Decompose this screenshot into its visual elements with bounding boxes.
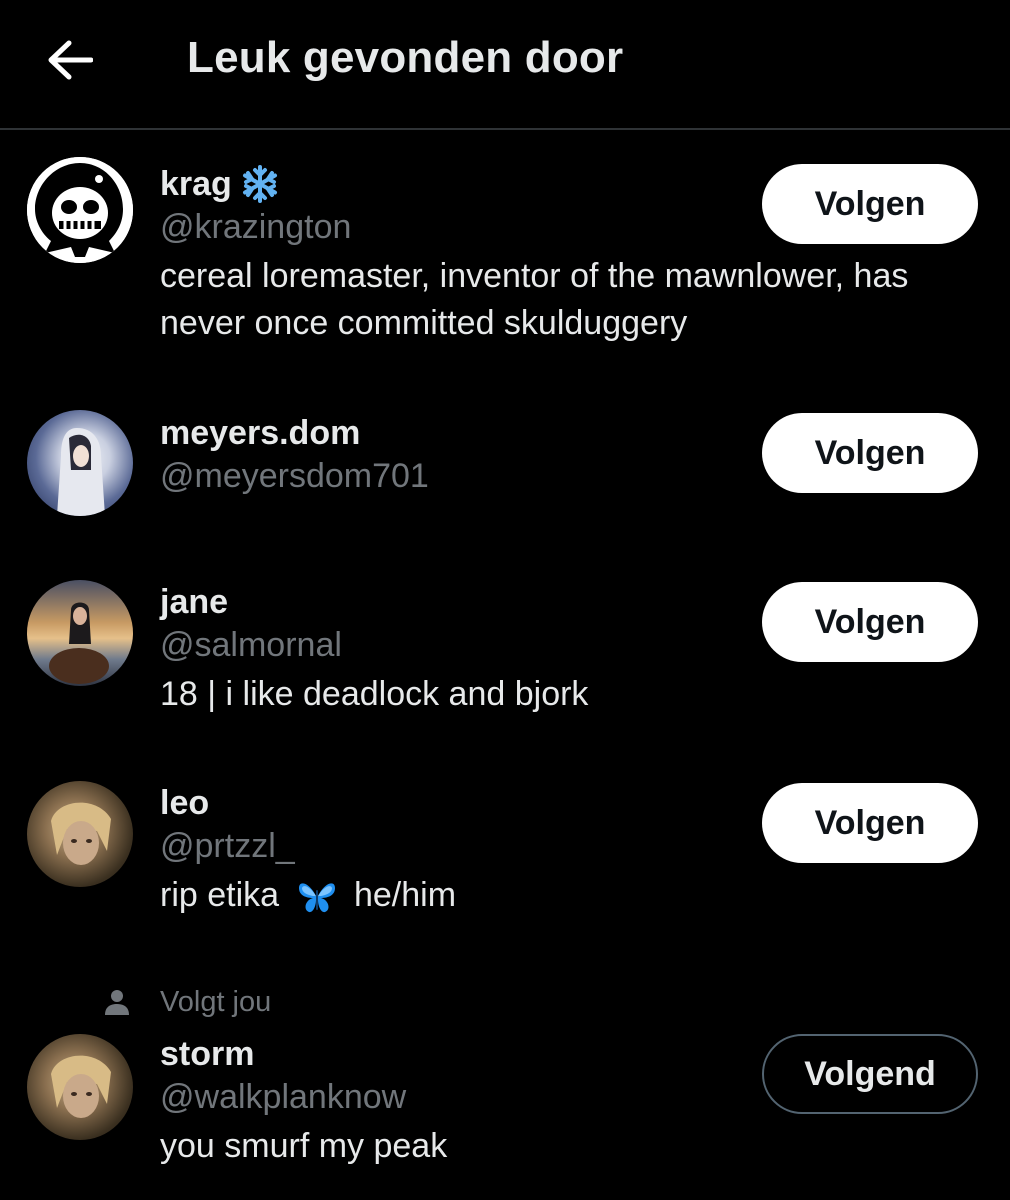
user-bio: 18 | i like deadlock and bjork xyxy=(160,675,589,713)
display-name: storm xyxy=(160,1035,255,1073)
back-button[interactable] xyxy=(40,30,100,90)
follow-button[interactable]: Volgen xyxy=(762,582,978,662)
avatar[interactable] xyxy=(27,580,133,686)
user-handle: @prtzzl_ xyxy=(160,827,295,865)
follows-you-label: Volgt jou xyxy=(104,984,271,1020)
butterfly-icon xyxy=(297,878,337,916)
avatar[interactable] xyxy=(27,1034,133,1140)
user-handle: @krazington xyxy=(160,208,352,246)
person-icon xyxy=(104,988,134,1016)
top-bar: Leuk gevonden door xyxy=(0,0,1010,130)
display-name: jane xyxy=(160,583,229,621)
bio-text: he/him xyxy=(353,876,457,914)
snowflake-icon xyxy=(240,164,280,204)
follow-button[interactable]: Volgen xyxy=(762,413,978,493)
user-handle: @salmornal xyxy=(160,626,342,664)
bio-text: rip etika xyxy=(160,876,280,914)
user-bio: you smurf my peak xyxy=(160,1127,448,1165)
arrow-left-icon xyxy=(48,40,93,80)
display-name: leo xyxy=(160,784,210,822)
user-bio: rip etika he/him xyxy=(160,872,750,919)
follow-button[interactable]: Volgen xyxy=(762,164,978,244)
follows-you-text: Volgt jou xyxy=(160,985,272,1018)
following-button[interactable]: Volgend xyxy=(762,1034,978,1114)
follow-button[interactable]: Volgen xyxy=(762,783,978,863)
avatar[interactable] xyxy=(27,781,133,887)
display-name: meyers.dom xyxy=(160,414,361,452)
avatar[interactable] xyxy=(27,410,133,516)
user-handle: @meyersdom701 xyxy=(160,457,429,495)
user-bio: cereal loremaster, inventor of the mawnl… xyxy=(160,257,909,342)
display-name: krag xyxy=(160,165,232,203)
page-title: Leuk gevonden door xyxy=(187,33,624,82)
avatar[interactable] xyxy=(27,157,133,263)
user-handle: @walkplanknow xyxy=(160,1078,407,1116)
